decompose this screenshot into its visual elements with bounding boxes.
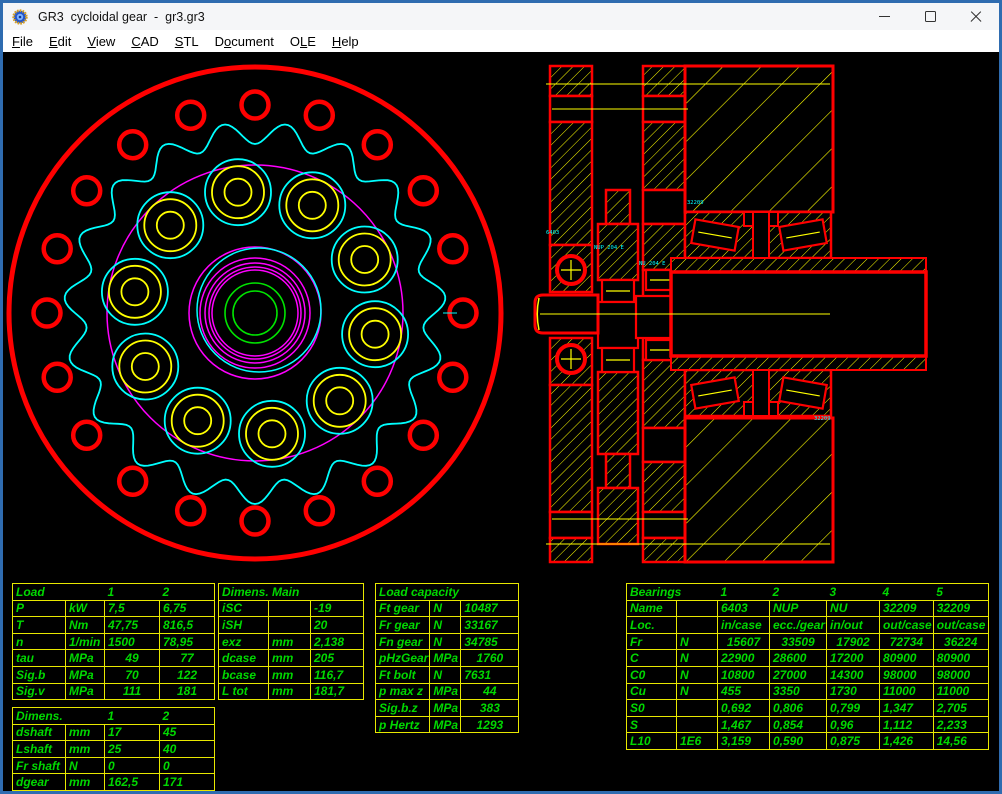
table-row: S1,4670,8540,961,1122,233 (627, 716, 989, 733)
bearings-table: Bearings12345Name6403NUPNU3220932209Loc.… (626, 583, 989, 750)
disc-bolt-holes (102, 159, 408, 467)
table-title: Dimens. Main (219, 584, 364, 601)
app-icon (12, 9, 28, 25)
table-row: Sig.vMPa111181 (13, 683, 215, 700)
app-window: GR3 cycloidal gear - gr3.gr3 FileEditVie… (0, 0, 1002, 794)
table-header-row: Bearings12345 (627, 584, 989, 601)
table-title: Load (13, 584, 105, 601)
section-bearing-top (685, 212, 831, 258)
table-row: dcasemm205 (219, 650, 364, 667)
table-row: exzmm2,138 (219, 633, 364, 650)
callout-nup: NUP 204 E (594, 245, 624, 251)
table-header-row: Dimens. Main (219, 584, 364, 601)
table-row: Fr shaftN00 (13, 757, 215, 774)
menu-item-document[interactable]: Document (207, 32, 282, 51)
table-title: Load capacity (376, 584, 519, 601)
table-row: p HertzMPa1293 (376, 716, 519, 733)
menubar: FileEditViewCADSTLDocumentOLEHelp (3, 30, 999, 52)
table-row: TNm47,75816,5 (13, 617, 215, 634)
callout-6403: 6403 (546, 230, 559, 236)
table-row: C0N1080027000143009800098000 (627, 666, 989, 683)
table-title: Bearings (627, 584, 718, 601)
table-header-row: Load12 (13, 584, 215, 601)
cad-canvas: 6403 NUP 204 E NU 204 E 32209 32209 Load… (3, 52, 999, 791)
table-row: PkW7,56,75 (13, 600, 215, 617)
table-row: CN2290028600172008090080900 (627, 650, 989, 667)
maximize-icon (925, 11, 936, 22)
window-title: GR3 cycloidal gear - gr3.gr3 (38, 10, 205, 24)
load-capacity-table: Load capacityFt gearN10487Fr gearN33167F… (375, 583, 519, 733)
load-table: Load12PkW7,56,75TNm47,75816,5n1/min15007… (12, 583, 215, 700)
table-row: Name6403NUPNU3220932209 (627, 600, 989, 617)
close-button[interactable] (953, 3, 999, 30)
table-row: dshaftmm1745 (13, 724, 215, 741)
table-row: Fn gearN34785 (376, 633, 519, 650)
menu-item-help[interactable]: Help (324, 32, 367, 51)
table-row: L totmm181,7 (219, 683, 364, 700)
maximize-button[interactable] (907, 3, 953, 30)
table-row: n1/min150078,95 (13, 633, 215, 650)
menu-item-cad[interactable]: CAD (123, 32, 166, 51)
section-inner-bearings (598, 270, 676, 372)
minimize-button[interactable] (861, 3, 907, 30)
menu-item-edit[interactable]: Edit (41, 32, 79, 51)
pin-ring (34, 92, 477, 535)
callout-32209b: 32209 (814, 416, 831, 422)
menu-item-file[interactable]: File (4, 32, 41, 51)
hub-circles (189, 247, 321, 379)
dimens-table: Dimens.12dshaftmm1745Lshaftmm2540Fr shaf… (12, 707, 215, 791)
minimize-icon (879, 16, 890, 18)
callout-32209a: 32209 (687, 200, 704, 206)
table-row: Fr gearN33167 (376, 617, 519, 634)
menu-item-stl[interactable]: STL (167, 32, 207, 51)
table-row: Ft gearN10487 (376, 600, 519, 617)
table-row: dgearmm162,5171 (13, 774, 215, 791)
table-row: Lshaftmm2540 (13, 741, 215, 758)
table-row: Ft boltN7631 (376, 666, 519, 683)
section-bearing-bottom (685, 370, 831, 416)
dimens-main-table: Dimens. MainiSC-19iSH20exzmm2,138dcasemm… (218, 583, 364, 700)
table-row: Sig.b.zMPa383 (376, 700, 519, 717)
window-controls (861, 3, 999, 30)
table-title: Dimens. (13, 708, 105, 725)
table-row: Loc.in/caseecc./gearin/outout/caseout/ca… (627, 617, 989, 634)
callout-nu: NU 204 E (639, 261, 666, 267)
table-row: Sig.bMPa70122 (13, 666, 215, 683)
table-row: tauMPa4977 (13, 650, 215, 667)
table-header-row: Dimens.12 (13, 708, 215, 725)
table-row: bcasemm116,7 (219, 666, 364, 683)
table-row: FrN1560733509179027273436224 (627, 633, 989, 650)
menu-item-view[interactable]: View (79, 32, 123, 51)
table-row: p max zMPa44 (376, 683, 519, 700)
close-icon (969, 10, 983, 24)
table-row: L101E63,1590,5900,8751,42614,56 (627, 733, 989, 750)
table-row: CuN455335017301100011000 (627, 683, 989, 700)
table-row: S00,6920,8060,7991,3472,705 (627, 700, 989, 717)
menu-item-ole[interactable]: OLE (282, 32, 324, 51)
table-row: iSH20 (219, 617, 364, 634)
table-row: iSC-19 (219, 600, 364, 617)
titlebar[interactable]: GR3 cycloidal gear - gr3.gr3 (3, 3, 999, 30)
table-header-row: Load capacity (376, 584, 519, 601)
table-row: pHzGearMPa1760 (376, 650, 519, 667)
case-outer-circle (9, 67, 501, 559)
